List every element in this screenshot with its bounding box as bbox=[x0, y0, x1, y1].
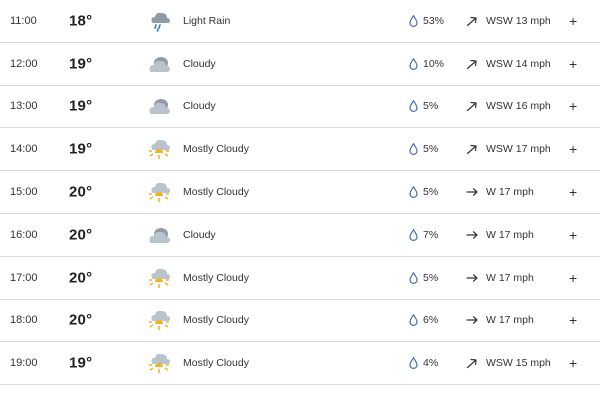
hourly-row-1800[interactable]: 18:00 20° Mostly Cloudy 6% W 17 mph + bbox=[0, 300, 600, 343]
condition-label: Mostly Cloudy bbox=[183, 186, 249, 199]
hour-time: 17:00 bbox=[10, 271, 38, 284]
wind-arrow-icon bbox=[466, 186, 478, 198]
wind-speed: WSW 16 mph bbox=[486, 100, 551, 113]
wind-arrow-icon bbox=[466, 15, 478, 27]
hour-time: 18:00 bbox=[10, 314, 38, 327]
wind-arrow-icon bbox=[466, 143, 478, 155]
expand-icon[interactable]: + bbox=[569, 14, 577, 28]
hour-time: 11:00 bbox=[10, 14, 37, 27]
hour-time: 12:00 bbox=[10, 57, 38, 70]
hourly-row-1600[interactable]: 16:00 20° Cloudy 7% W 17 mph + bbox=[0, 214, 600, 257]
cloudy-icon bbox=[146, 224, 172, 246]
hourly-forecast-list: 11:00 18° Light Rain 53% WSW 13 mph + 12… bbox=[0, 0, 600, 386]
wind-arrow-icon bbox=[466, 229, 478, 241]
hour-time: 16:00 bbox=[10, 228, 38, 241]
wind-arrow-icon bbox=[466, 100, 478, 112]
hour-temperature: 20° bbox=[69, 311, 93, 329]
precip-chance: 5% bbox=[423, 271, 439, 284]
wind-arrow-icon bbox=[466, 314, 478, 326]
light-rain-icon bbox=[146, 10, 172, 32]
hourly-row-1200[interactable]: 12:00 19° Cloudy 10% WSW 14 mph + bbox=[0, 43, 600, 86]
mostly-cloudy-icon bbox=[146, 352, 172, 374]
hour-temperature: 19° bbox=[69, 354, 93, 372]
wind-speed: WSW 14 mph bbox=[486, 57, 551, 70]
expand-icon[interactable]: + bbox=[569, 57, 577, 71]
hour-temperature: 20° bbox=[69, 183, 93, 201]
condition-label: Mostly Cloudy bbox=[183, 271, 249, 284]
raindrop-icon bbox=[409, 57, 418, 70]
wind-speed: WSW 13 mph bbox=[486, 14, 551, 27]
hourly-row-1500[interactable]: 15:00 20° Mostly Cloudy 5% W 17 mph + bbox=[0, 171, 600, 214]
condition-label: Cloudy bbox=[183, 228, 216, 241]
hour-temperature: 20° bbox=[69, 269, 93, 287]
hourly-row-1900[interactable]: 19:00 19° Mostly Cloudy 4% WSW 15 mph + bbox=[0, 342, 600, 386]
condition-label: Light Rain bbox=[183, 14, 231, 27]
precip-chance: 53% bbox=[423, 14, 445, 27]
expand-icon[interactable]: + bbox=[569, 356, 577, 370]
precip-chance: 7% bbox=[423, 228, 439, 241]
mostly-cloudy-icon bbox=[146, 309, 172, 331]
cloudy-icon bbox=[146, 53, 172, 75]
expand-icon[interactable]: + bbox=[569, 142, 577, 156]
hourly-row-1300[interactable]: 13:00 19° Cloudy 5% WSW 16 mph + bbox=[0, 86, 600, 129]
raindrop-icon bbox=[409, 357, 418, 370]
expand-icon[interactable]: + bbox=[569, 271, 577, 285]
condition-label: Cloudy bbox=[183, 57, 216, 70]
precip-chance: 6% bbox=[423, 314, 439, 327]
wind-speed: W 17 mph bbox=[486, 228, 534, 241]
hourly-row-1100[interactable]: 11:00 18° Light Rain 53% WSW 13 mph + bbox=[0, 0, 600, 43]
hourly-row-1700[interactable]: 17:00 20° Mostly Cloudy 5% W 17 mph + bbox=[0, 257, 600, 300]
expand-icon[interactable]: + bbox=[569, 313, 577, 327]
wind-arrow-icon bbox=[466, 58, 478, 70]
raindrop-icon bbox=[409, 314, 418, 327]
hour-temperature: 19° bbox=[69, 55, 93, 73]
hour-time: 14:00 bbox=[10, 143, 38, 156]
precip-chance: 10% bbox=[423, 57, 445, 70]
hourly-row-1400[interactable]: 14:00 19° Mostly Cloudy 5% WSW 17 mph + bbox=[0, 128, 600, 172]
condition-label: Cloudy bbox=[183, 100, 216, 113]
raindrop-icon bbox=[409, 143, 418, 156]
mostly-cloudy-icon bbox=[146, 267, 172, 289]
precip-chance: 4% bbox=[423, 357, 439, 370]
wind-speed: W 17 mph bbox=[486, 314, 534, 327]
wind-speed: WSW 15 mph bbox=[486, 357, 551, 370]
precip-chance: 5% bbox=[423, 100, 439, 113]
wind-speed: W 17 mph bbox=[486, 186, 534, 199]
raindrop-icon bbox=[409, 14, 418, 27]
condition-label: Mostly Cloudy bbox=[183, 357, 249, 370]
condition-label: Mostly Cloudy bbox=[183, 314, 249, 327]
condition-label: Mostly Cloudy bbox=[183, 143, 249, 156]
cloudy-icon bbox=[146, 95, 172, 117]
mostly-cloudy-icon bbox=[146, 181, 172, 203]
hour-temperature: 19° bbox=[69, 97, 93, 115]
raindrop-icon bbox=[409, 228, 418, 241]
hour-time: 13:00 bbox=[10, 100, 38, 113]
mostly-cloudy-icon bbox=[146, 138, 172, 160]
raindrop-icon bbox=[409, 271, 418, 284]
hour-temperature: 19° bbox=[69, 140, 93, 158]
precip-chance: 5% bbox=[423, 143, 439, 156]
hour-time: 19:00 bbox=[10, 357, 38, 370]
hour-temperature: 20° bbox=[69, 226, 93, 244]
raindrop-icon bbox=[409, 100, 418, 113]
wind-speed: W 17 mph bbox=[486, 271, 534, 284]
expand-icon[interactable]: + bbox=[569, 228, 577, 242]
wind-arrow-icon bbox=[466, 357, 478, 369]
wind-arrow-icon bbox=[466, 272, 478, 284]
expand-icon[interactable]: + bbox=[569, 99, 577, 113]
precip-chance: 5% bbox=[423, 186, 439, 199]
raindrop-icon bbox=[409, 186, 418, 199]
hour-time: 15:00 bbox=[10, 186, 38, 199]
expand-icon[interactable]: + bbox=[569, 185, 577, 199]
wind-speed: WSW 17 mph bbox=[486, 143, 551, 156]
hour-temperature: 18° bbox=[69, 12, 93, 30]
